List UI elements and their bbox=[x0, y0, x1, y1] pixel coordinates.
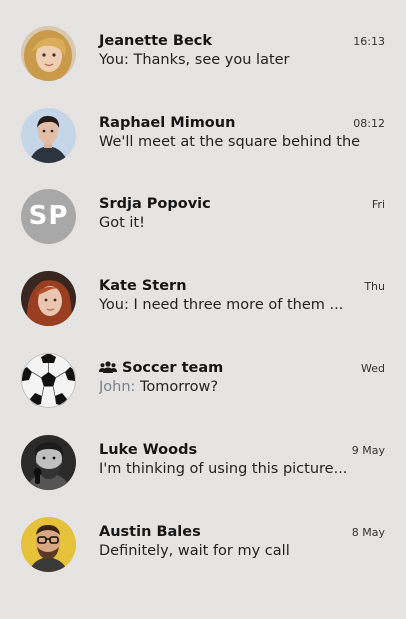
message-preview: You: Thanks, see you later bbox=[99, 52, 290, 68]
group-name-text: Soccer team bbox=[122, 360, 224, 376]
message-preview: Definitely, wait for my call bbox=[99, 543, 290, 559]
conversation-item-jeanette-beck[interactable]: Jeanette Beck 16:13 You: Thanks, see you… bbox=[0, 26, 406, 108]
contact-name: Raphael Mimoun bbox=[99, 115, 236, 131]
preview-sender: John: bbox=[99, 379, 136, 395]
timestamp: 8 May bbox=[351, 526, 385, 539]
conversation-item-raphael-mimoun[interactable]: Raphael Mimoun 08:12 We'll meet at the s… bbox=[0, 108, 406, 190]
message-preview: You: I need three more of them ... bbox=[99, 297, 344, 313]
message-preview: Got it! bbox=[99, 215, 145, 231]
conversation-list: Jeanette Beck 16:13 You: Thanks, see you… bbox=[0, 0, 406, 619]
contact-name: Luke Woods bbox=[99, 442, 198, 458]
conversation-item-srdja-popovic[interactable]: SP Srdja Popovic Fri Got it! bbox=[0, 189, 406, 271]
preview-text: Tomorrow? bbox=[140, 379, 219, 395]
avatar[interactable] bbox=[21, 353, 76, 408]
avatar-photo-icon bbox=[21, 517, 76, 572]
contact-name: Kate Stern bbox=[99, 278, 187, 294]
avatar-photo-icon bbox=[21, 26, 76, 81]
message-preview: We'll meet at the square behind the ... bbox=[99, 134, 361, 150]
conversation-item-kate-stern[interactable]: Kate Stern Thu You: I need three more of… bbox=[0, 271, 406, 353]
conversation-item-soccer-team[interactable]: Soccer team Wed John: Tomorrow? bbox=[0, 353, 406, 435]
timestamp: Wed bbox=[361, 362, 385, 375]
contact-name: Jeanette Beck bbox=[99, 33, 213, 49]
avatar[interactable] bbox=[21, 26, 76, 81]
avatar-photo-icon bbox=[21, 435, 76, 490]
avatar-photo-icon bbox=[21, 108, 76, 163]
group-icon bbox=[99, 361, 117, 373]
avatar[interactable] bbox=[21, 271, 76, 326]
conversation-item-austin-bales[interactable]: Austin Bales 8 May Definitely, wait for … bbox=[0, 517, 406, 599]
avatar[interactable] bbox=[21, 517, 76, 572]
avatar[interactable] bbox=[21, 435, 76, 490]
timestamp: 08:12 bbox=[353, 117, 385, 130]
group-name: Soccer team bbox=[99, 360, 223, 376]
conversation-item-luke-woods[interactable]: Luke Woods 9 May I'm thinking of using t… bbox=[0, 435, 406, 517]
timestamp: Thu bbox=[364, 280, 385, 293]
timestamp: 9 May bbox=[351, 444, 385, 457]
avatar[interactable] bbox=[21, 108, 76, 163]
avatar-initials[interactable]: SP bbox=[21, 189, 76, 244]
message-preview: John: Tomorrow? bbox=[99, 379, 361, 395]
soccer-ball-icon bbox=[21, 353, 76, 408]
timestamp: Fri bbox=[371, 198, 385, 211]
message-preview: I'm thinking of using this picture... bbox=[99, 461, 348, 477]
contact-name: Srdja Popovic bbox=[99, 196, 211, 212]
timestamp: 16:13 bbox=[353, 35, 385, 48]
contact-name: Austin Bales bbox=[99, 524, 201, 540]
avatar-photo-icon bbox=[21, 271, 76, 326]
